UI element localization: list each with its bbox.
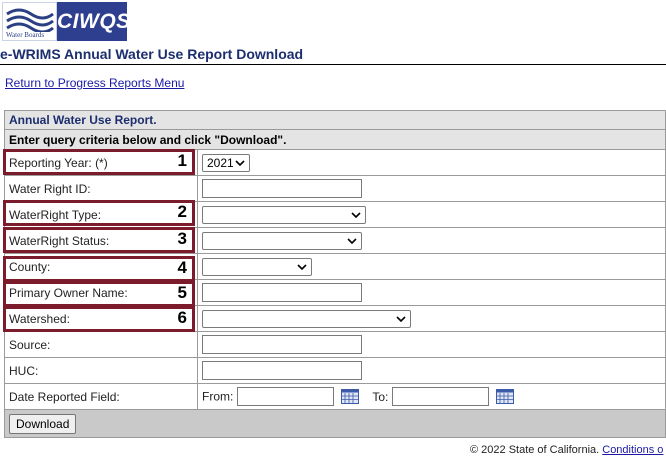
page-title: e-WRIMS Annual Water Use Report Download bbox=[0, 46, 304, 62]
water-right-status-label: WaterRight Status: bbox=[4, 227, 198, 254]
row-water-right-type: WaterRight Type: bbox=[4, 201, 666, 228]
chevron-down-icon bbox=[347, 237, 357, 244]
water-right-type-select[interactable] bbox=[202, 205, 366, 224]
source-label: Source: bbox=[4, 331, 198, 358]
primary-owner-name-input[interactable] bbox=[202, 283, 362, 302]
row-huc: HUC: bbox=[4, 357, 666, 384]
chevron-down-icon bbox=[396, 315, 406, 322]
watershed-label: Watershed: bbox=[4, 305, 198, 332]
form-footer-row: Download bbox=[4, 409, 666, 438]
chevron-down-icon bbox=[235, 159, 245, 166]
water-right-id-label: Water Right ID: bbox=[4, 175, 198, 202]
wave-icon bbox=[6, 8, 54, 32]
return-to-progress-reports-link[interactable]: Return to Progress Reports Menu bbox=[5, 76, 184, 90]
row-primary-owner-name: Primary Owner Name: bbox=[4, 279, 666, 306]
conditions-link[interactable]: Conditions o bbox=[602, 444, 663, 456]
huc-input[interactable] bbox=[202, 361, 362, 380]
huc-label: HUC: bbox=[4, 357, 198, 384]
reporting-year-label: Reporting Year: (*) bbox=[4, 149, 198, 176]
row-reporting-year: Reporting Year: (*) 2021 bbox=[4, 149, 666, 176]
chevron-down-icon bbox=[351, 211, 361, 218]
reporting-year-select[interactable]: 2021 bbox=[202, 153, 250, 172]
row-water-right-id: Water Right ID: bbox=[4, 175, 666, 202]
source-input[interactable] bbox=[202, 335, 362, 354]
chevron-down-icon bbox=[297, 263, 307, 270]
row-date-reported: Date Reported Field: From: To: bbox=[4, 383, 666, 410]
query-form-table: Annual Water Use Report. Enter query cri… bbox=[4, 110, 666, 438]
row-watershed: Watershed: bbox=[4, 305, 666, 332]
water-right-id-input[interactable] bbox=[202, 179, 362, 198]
date-reported-label: Date Reported Field: bbox=[4, 383, 198, 410]
water-right-type-label: WaterRight Type: bbox=[4, 201, 198, 228]
page-footer: © 2022 State of California. Conditions o bbox=[470, 444, 663, 456]
water-boards-logo: Water Boards bbox=[2, 2, 57, 41]
watershed-select[interactable] bbox=[202, 309, 411, 328]
primary-owner-name-label: Primary Owner Name: bbox=[4, 279, 198, 306]
date-to-input[interactable] bbox=[391, 387, 489, 406]
form-header: Annual Water Use Report. bbox=[4, 110, 666, 130]
row-source: Source: bbox=[4, 331, 666, 358]
date-from-input[interactable] bbox=[236, 387, 334, 406]
title-divider bbox=[0, 64, 666, 65]
county-label: County: bbox=[4, 253, 198, 280]
row-water-right-status: WaterRight Status: bbox=[4, 227, 666, 254]
copyright-text: © 2022 State of California. bbox=[470, 444, 600, 456]
water-boards-text: Water Boards bbox=[6, 31, 45, 39]
row-county: County: bbox=[4, 253, 666, 280]
to-label: To: bbox=[372, 389, 389, 404]
ciwqs-logo: Water Boards CIWQS bbox=[2, 2, 130, 41]
county-select[interactable] bbox=[202, 257, 312, 276]
calendar-icon[interactable] bbox=[341, 389, 360, 404]
calendar-icon[interactable] bbox=[496, 389, 515, 404]
download-button[interactable]: Download bbox=[9, 413, 77, 434]
water-right-status-select[interactable] bbox=[202, 231, 362, 250]
ciwqs-brand: CIWQS bbox=[57, 2, 130, 41]
form-instructions: Enter query criteria below and click "Do… bbox=[4, 129, 666, 150]
from-label: From: bbox=[202, 389, 234, 404]
